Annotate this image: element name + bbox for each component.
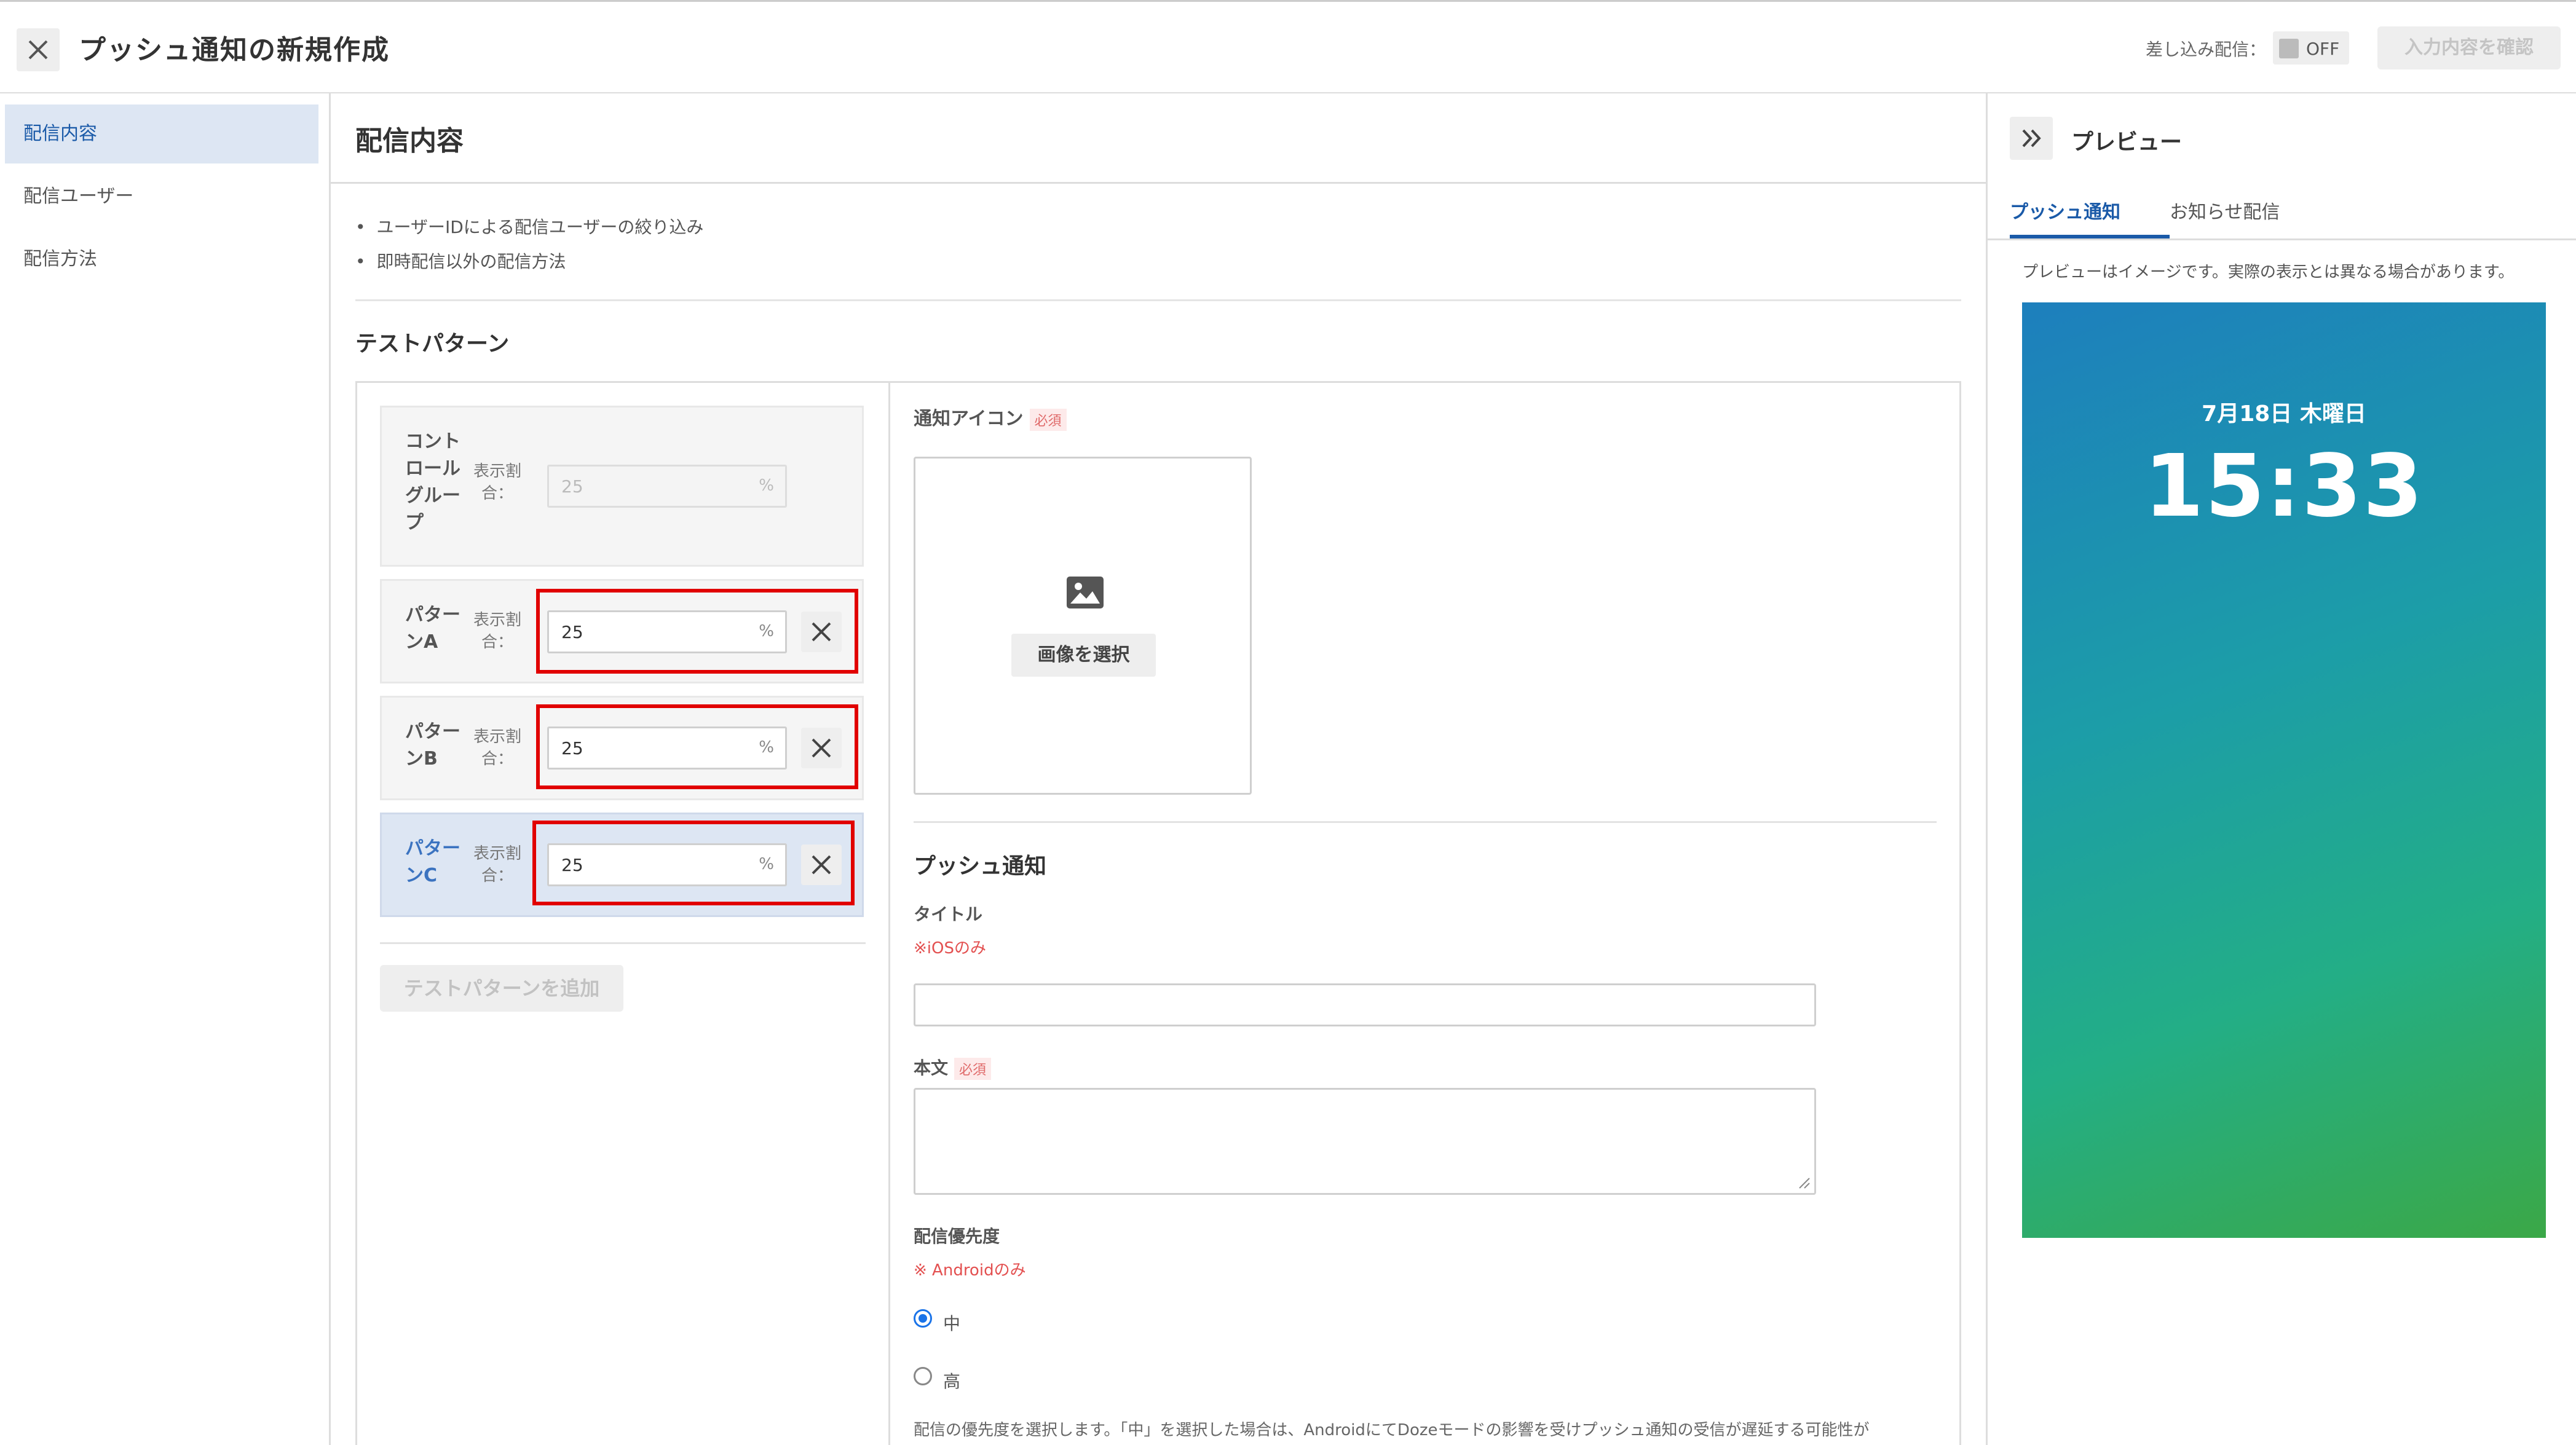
pattern-name: パターンB bbox=[405, 721, 460, 770]
section-divider bbox=[331, 182, 1986, 184]
column-divider bbox=[888, 381, 890, 1445]
merge-delivery-label: 差し込み配信： bbox=[2146, 39, 2267, 60]
ratio-value: 25 bbox=[561, 476, 583, 497]
pattern-name: パターンC bbox=[405, 838, 460, 886]
test-pattern-heading: テストパターン bbox=[355, 331, 510, 356]
title-input[interactable] bbox=[914, 983, 1816, 1026]
page-title: プッシュ通知の新規作成 bbox=[79, 34, 390, 66]
tab-push-notification[interactable]: プッシュ通知 bbox=[2010, 197, 2120, 224]
resize-handle-icon[interactable] bbox=[1796, 1175, 1811, 1189]
preview-panel: プレビュー プッシュ通知 お知らせ配信 プレビューはイメージです。実際の表示とは… bbox=[1986, 93, 2576, 1445]
ratio-label: 表示割合： bbox=[473, 845, 521, 885]
priority-radio-high[interactable] bbox=[914, 1367, 932, 1385]
ios-only-note: ※iOSのみ bbox=[914, 939, 986, 958]
divider bbox=[380, 942, 866, 944]
android-only-note: ※ Androidのみ bbox=[914, 1261, 1026, 1280]
sidebar-item-content[interactable]: 配信内容 bbox=[5, 104, 318, 163]
notification-icon-label: 通知アイコン 必須 bbox=[914, 403, 1067, 431]
priority-option-label: 高 bbox=[943, 1371, 961, 1392]
collapse-preview-button[interactable] bbox=[2010, 117, 2053, 160]
confirm-input-button[interactable]: 入力内容を確認 bbox=[2377, 26, 2561, 69]
field-label: 本文 bbox=[914, 1058, 949, 1078]
sidebar-item-users[interactable]: 配信ユーザー bbox=[5, 167, 318, 226]
ratio-label: 表示割合： bbox=[473, 728, 521, 768]
bullet-item: ユーザーIDによる配信ユーザーの絞り込み bbox=[355, 214, 704, 238]
phone-lockscreen-preview: 7月18日 木曜日 15:33 bbox=[2022, 302, 2546, 1238]
active-tab-indicator bbox=[2010, 235, 2170, 238]
tab-baseline bbox=[1988, 238, 2576, 240]
body-field-label: 本文 必須 bbox=[914, 1055, 992, 1080]
pattern-name: コントロールグループ bbox=[405, 431, 460, 534]
select-image-button[interactable]: 画像を選択 bbox=[1011, 634, 1156, 677]
title-field-label: タイトル bbox=[914, 904, 983, 924]
close-button[interactable] bbox=[17, 28, 60, 71]
priority-option-label: 中 bbox=[943, 1313, 961, 1334]
highlight-box bbox=[536, 704, 858, 789]
divider bbox=[914, 821, 1937, 823]
ratio-label: 表示割合： bbox=[473, 611, 521, 652]
icon-upload-area[interactable]: 画像を選択 bbox=[914, 457, 1252, 795]
ratio-label: 表示割合： bbox=[473, 462, 521, 503]
highlight-box bbox=[532, 821, 855, 905]
required-badge: 必須 bbox=[954, 1058, 992, 1080]
control-ratio-input: 25 % bbox=[547, 465, 787, 508]
body-textarea[interactable] bbox=[914, 1088, 1816, 1195]
toggle-state: OFF bbox=[2306, 39, 2340, 59]
section-title: 配信内容 bbox=[355, 125, 464, 157]
priority-description: 配信の優先度を選択します。「中」を選択した場合は、AndroidにてDozeモー… bbox=[914, 1421, 1870, 1439]
percent-unit: % bbox=[759, 476, 774, 495]
lockscreen-time: 15:33 bbox=[2144, 436, 2424, 537]
sidebar-item-method[interactable]: 配信方法 bbox=[5, 230, 318, 289]
priority-field-label: 配信優先度 bbox=[914, 1226, 1000, 1246]
add-test-pattern-button[interactable]: テストパターンを追加 bbox=[380, 965, 623, 1012]
preview-note: プレビューはイメージです。実際の表示とは異なる場合があります。 bbox=[2022, 263, 2515, 282]
priority-radio-medium[interactable] bbox=[914, 1309, 932, 1328]
close-icon bbox=[28, 40, 48, 60]
divider bbox=[355, 299, 1961, 301]
double-chevron-right-icon bbox=[2022, 129, 2041, 148]
header-bar: プッシュ通知の新規作成 差し込み配信： OFF 入力内容を確認 bbox=[0, 0, 2576, 93]
required-badge: 必須 bbox=[1029, 408, 1067, 431]
field-label: 通知アイコン bbox=[914, 408, 1024, 430]
highlight-box bbox=[536, 589, 858, 674]
push-notification-heading: プッシュ通知 bbox=[914, 854, 1047, 879]
bullet-item: 即時配信以外の配信方法 bbox=[355, 248, 566, 273]
preview-title: プレビュー bbox=[2071, 130, 2183, 155]
image-icon bbox=[1067, 577, 1104, 608]
toggle-knob bbox=[2279, 39, 2299, 58]
lockscreen-date: 7月18日 木曜日 bbox=[2202, 401, 2366, 427]
tab-announcement[interactable]: お知らせ配信 bbox=[2170, 197, 2280, 224]
pattern-name: パターンA bbox=[405, 604, 460, 653]
sidebar: 配信内容 配信ユーザー 配信方法 bbox=[0, 93, 331, 1445]
merge-delivery-toggle[interactable]: OFF bbox=[2273, 31, 2349, 65]
